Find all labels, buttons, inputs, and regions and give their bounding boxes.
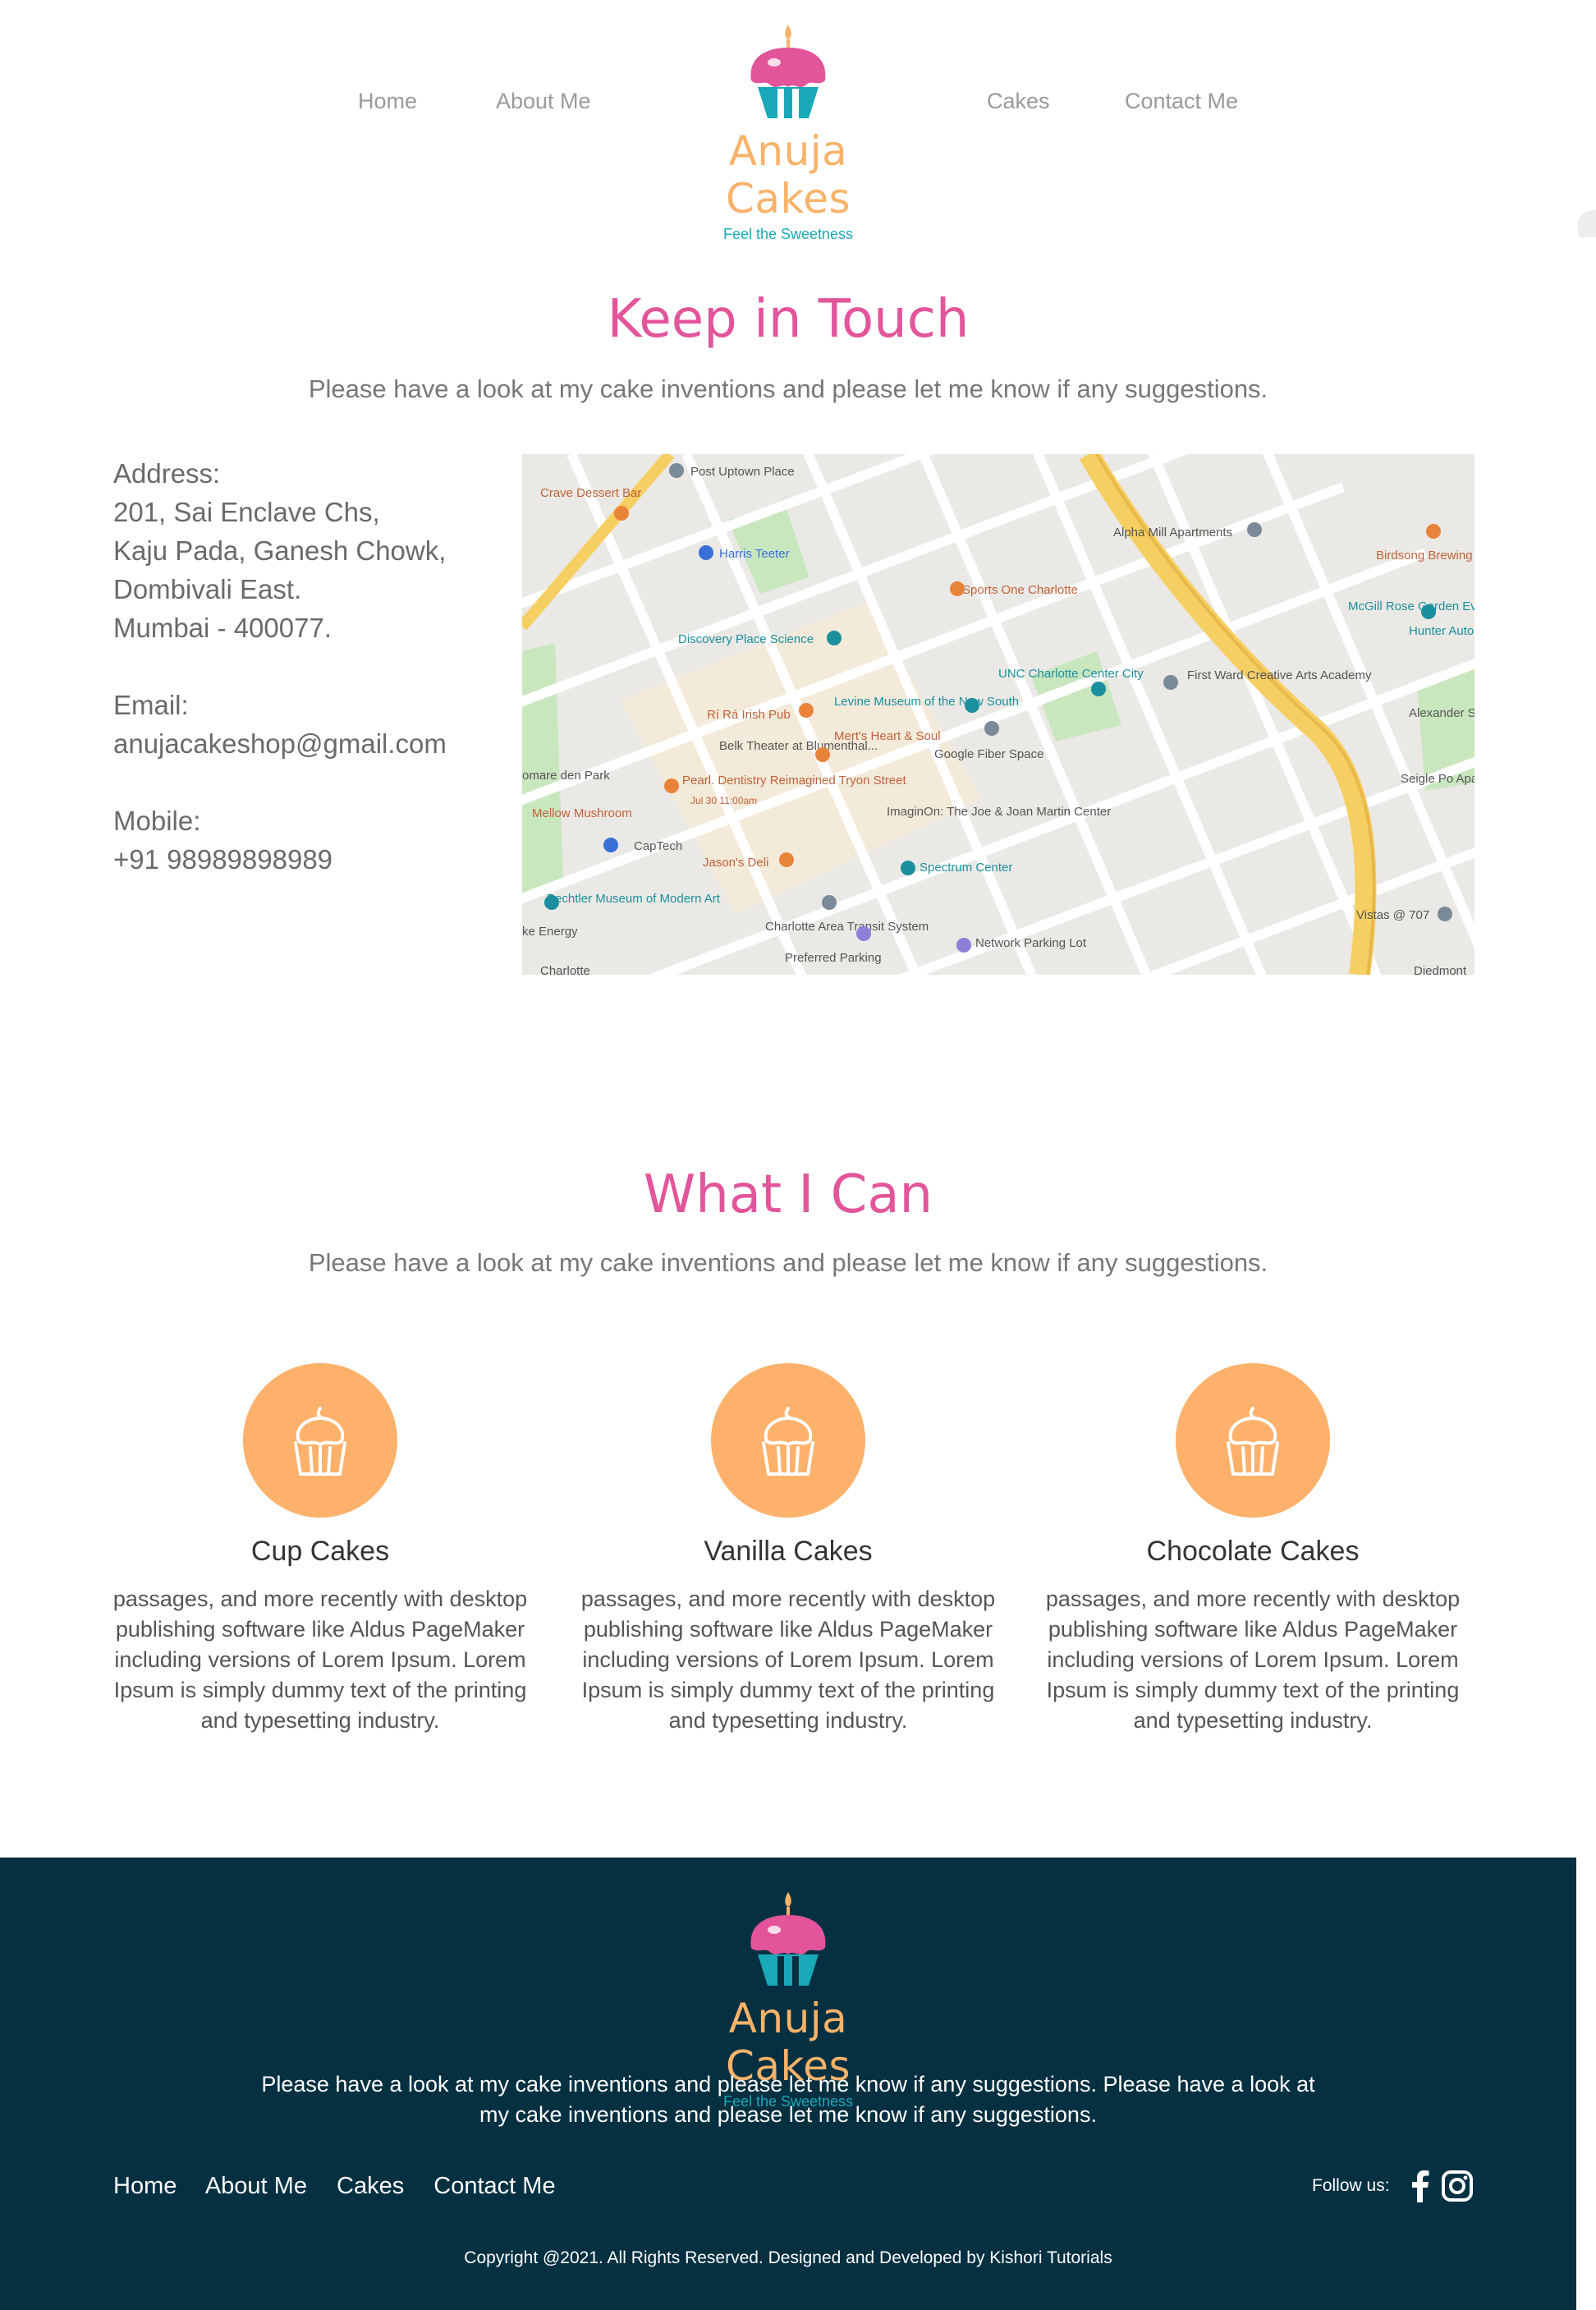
- footer-nav-about-me[interactable]: About Me: [205, 2173, 307, 2199]
- service-title: Cup Cakes: [250, 1536, 390, 1567]
- follow-label: Follow us:: [1312, 2176, 1390, 2195]
- contact-info: Address: 201, Sai Enclave Chs, Kaju Pada…: [113, 454, 491, 917]
- service-card: Cup Cakes passages, and more recently wi…: [107, 1363, 534, 1736]
- site-footer: Anuja Cakes Feel the Sweetness Please ha…: [0, 1858, 1576, 2310]
- mobile-value[interactable]: +91 98989898989: [113, 840, 491, 879]
- map-label-charlotte: Charlotte: [540, 964, 590, 975]
- map-label-harris: Harris Teeter: [719, 547, 790, 561]
- nav-cakes[interactable]: Cakes: [987, 89, 1050, 114]
- email-value[interactable]: anujacakeshop@gmail.com: [113, 724, 491, 763]
- service-icon-circle: [1176, 1363, 1330, 1518]
- services-section-subtitle: Please have a look at my cake inventions…: [308, 1248, 1268, 1277]
- map-label-jasons: Jason's Deli: [703, 856, 768, 870]
- map-label-vistas: Vistas @ 707: [1356, 908, 1429, 922]
- brand-name: Anuja Cakes: [725, 127, 851, 223]
- map-label-belk: Belk Theater at Blumenthal...: [719, 739, 878, 753]
- map-label-network: Network Parking Lot: [975, 936, 1087, 950]
- service-icon-circle: [711, 1363, 865, 1518]
- service-icon-circle: [243, 1363, 397, 1518]
- cupcake-icon: [294, 1407, 346, 1476]
- address-line: Dombivali East.: [113, 574, 302, 604]
- service-description: passages, and more recently with desktop…: [580, 1587, 996, 1733]
- map-label-birdsong: Birdsong Brewing C: [1376, 549, 1474, 563]
- map-label-spectrum: Spectrum Center: [920, 861, 1012, 875]
- scroll-tab-icon[interactable]: [1575, 209, 1596, 237]
- map-label-seigle: Seigle Po Apartment Hon: [1401, 772, 1474, 786]
- social-links: Follow us:: [1312, 2170, 1474, 2202]
- address-line: 201, Sai Enclave Chs,: [113, 497, 380, 527]
- nav-home[interactable]: Home: [358, 89, 417, 114]
- email-block: Email: anujacakeshop@gmail.com: [113, 686, 491, 763]
- service-description: passages, and more recently with desktop…: [1045, 1587, 1461, 1733]
- map-label-first-ward: First Ward Creative Arts Academy: [1187, 668, 1372, 682]
- map-label-sports: Sports One Charlotte: [962, 583, 1078, 597]
- copyright-text: Copyright @2021. All Rights Reserved. De…: [464, 2248, 1112, 2267]
- cupcake-icon: [1227, 1407, 1279, 1476]
- footer-nav-cakes[interactable]: Cakes: [337, 2173, 404, 2199]
- map-label-mellow: Mellow Mushroom: [532, 806, 632, 820]
- services-section-title: What I Can: [643, 1164, 933, 1225]
- footer-nav-contact-me[interactable]: Contact Me: [433, 2173, 555, 2199]
- map-label-preferred: Preferred Parking: [785, 951, 882, 965]
- map-label-rira: Rí Rá Irish Pub: [707, 708, 791, 722]
- nav-contact-me[interactable]: Contact Me: [1125, 89, 1238, 114]
- cupcake-logo-icon: [750, 25, 826, 118]
- instagram-icon[interactable]: [1441, 2170, 1474, 2202]
- location-map[interactable]: Crave Dessert Bar Sports One Charlotte R…: [522, 454, 1474, 975]
- cupcake-icon: [762, 1407, 814, 1476]
- map-label-crave: Crave Dessert Bar: [540, 486, 641, 500]
- service-card: Vanilla Cakes passages, and more recentl…: [575, 1363, 1002, 1736]
- contact-section-subtitle: Please have a look at my cake inventions…: [308, 374, 1268, 403]
- cupcake-logo-icon: [750, 1892, 826, 1986]
- facebook-icon[interactable]: [1410, 2170, 1429, 2202]
- map-label-pearl: Pearl. Dentistry Reimagined Tryon Street: [682, 774, 906, 788]
- site-header: Home About Me Anuja Cakes Feel the Sweet…: [0, 0, 1576, 242]
- address-block: Address: 201, Sai Enclave Chs, Kaju Pada…: [113, 454, 491, 647]
- mobile-block: Mobile: +91 98989898989: [113, 801, 491, 879]
- map-label-pearl-date: Jul 30 11:00am: [690, 795, 757, 806]
- map-label-alexander: Alexander Street Park: [1409, 706, 1474, 720]
- map-label-google-fiber: Google Fiber Space: [934, 747, 1043, 761]
- service-title: Vanilla Cakes: [704, 1536, 873, 1567]
- nav-about-me[interactable]: About Me: [496, 89, 591, 114]
- brand-tagline: Feel the Sweetness: [722, 226, 854, 242]
- map-label-captech: CapTech: [634, 839, 682, 853]
- email-label: Email:: [113, 690, 189, 720]
- map-label-diedmont: Diedmont: [1414, 964, 1467, 975]
- footer-nav-home[interactable]: Home: [113, 2173, 177, 2199]
- site-logo[interactable]: Anuja Cakes Feel the Sweetness: [681, 23, 895, 243]
- map-label-bechtler: Bechtler Museum of Modern Art: [547, 892, 721, 906]
- address-line: Mumbai - 400077.: [113, 613, 332, 643]
- map-label-levine: Levine Museum of the New South: [834, 695, 1019, 709]
- map-label-discovery: Discovery Place Science: [678, 632, 814, 646]
- mobile-label: Mobile:: [113, 806, 201, 836]
- service-description: passages, and more recently with desktop…: [112, 1587, 528, 1733]
- address-label: Address:: [113, 458, 221, 489]
- map-label-transit: Charlotte Area Transit System: [765, 920, 929, 934]
- map-label-post-uptown: Post Uptown Place: [690, 465, 795, 479]
- service-card: Chocolate Cakes passages, and more recen…: [1039, 1363, 1466, 1736]
- map-label-unc: UNC Charlotte Center City: [998, 667, 1144, 681]
- service-title: Chocolate Cakes: [1146, 1536, 1360, 1567]
- map-label-energy: ke Energy: [522, 925, 578, 939]
- map-label-hunter: Hunter Auto Wrecker Serv: [1409, 624, 1474, 638]
- map-label-imaginon: ImaginOn: The Joe & Joan Martin Center: [887, 805, 1111, 819]
- map-label-mcgill: McGill Rose Garden Events: [1348, 599, 1474, 613]
- contact-section-title: Keep in Touch: [607, 289, 970, 350]
- map-label-alpha: Alpha Mill Apartments: [1113, 526, 1232, 540]
- address-line: Kaju Pada, Ganesh Chowk,: [113, 535, 447, 566]
- map-label-marepark: omare den Park: [522, 769, 610, 783]
- footer-nav: Home About Me Cakes Contact Me: [113, 2173, 579, 2200]
- footer-description: Please have a look at my cake inventions…: [261, 2072, 1315, 2127]
